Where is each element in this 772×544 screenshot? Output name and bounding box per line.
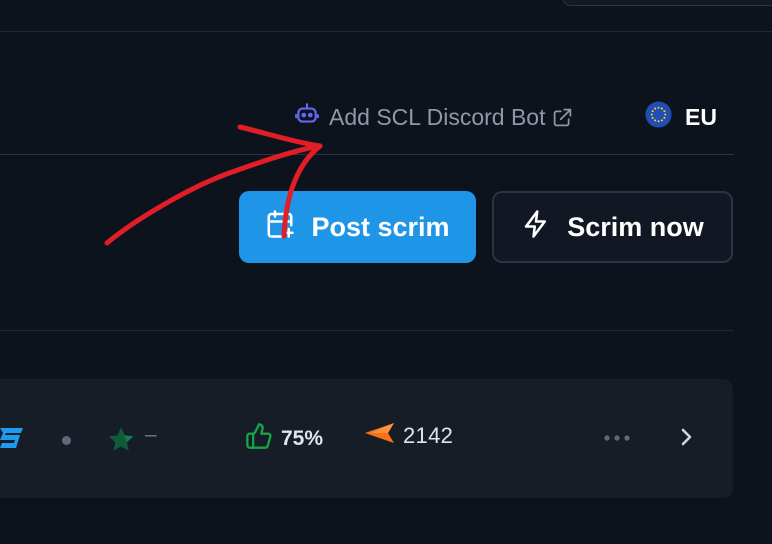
chevron-right-icon bbox=[678, 426, 694, 453]
elo-chevron-icon bbox=[365, 422, 395, 449]
team-elo: 2142 bbox=[365, 422, 453, 449]
rank-value: – bbox=[145, 423, 157, 446]
top-search-pill[interactable] bbox=[562, 0, 772, 6]
open-scrim-button[interactable] bbox=[673, 424, 699, 454]
elo-value: 2142 bbox=[403, 422, 454, 448]
more-dots-icon bbox=[603, 429, 631, 447]
section-divider bbox=[0, 330, 734, 331]
thumbs-up-icon bbox=[245, 422, 273, 455]
region-label: EU bbox=[685, 103, 717, 130]
rating-value: 75% bbox=[281, 426, 324, 450]
robot-icon bbox=[294, 101, 320, 133]
top-divider bbox=[0, 31, 772, 32]
scrim-page: Add SCL Discord Bot EU Post scrim Scrim … bbox=[0, 0, 772, 544]
discord-bot-label: Add SCL Discord Bot bbox=[329, 103, 546, 130]
star-icon bbox=[106, 425, 136, 460]
post-scrim-label: Post scrim bbox=[311, 211, 450, 242]
header-divider bbox=[0, 154, 734, 155]
lightning-icon bbox=[521, 209, 551, 246]
scrim-now-label: Scrim now bbox=[567, 211, 704, 242]
region-selector[interactable]: EU bbox=[645, 101, 717, 133]
add-discord-bot-link[interactable]: Add SCL Discord Bot bbox=[294, 101, 573, 133]
post-scrim-button[interactable]: Post scrim bbox=[239, 191, 476, 263]
more-options-button[interactable] bbox=[602, 426, 632, 450]
external-link-icon bbox=[552, 107, 573, 128]
separator-dot bbox=[62, 436, 71, 445]
calendar-plus-icon bbox=[265, 209, 295, 246]
eu-flag-icon bbox=[645, 101, 672, 133]
scrim-now-button[interactable]: Scrim now bbox=[492, 191, 733, 263]
team-logo bbox=[0, 425, 24, 456]
team-rating: 75% bbox=[245, 422, 323, 455]
